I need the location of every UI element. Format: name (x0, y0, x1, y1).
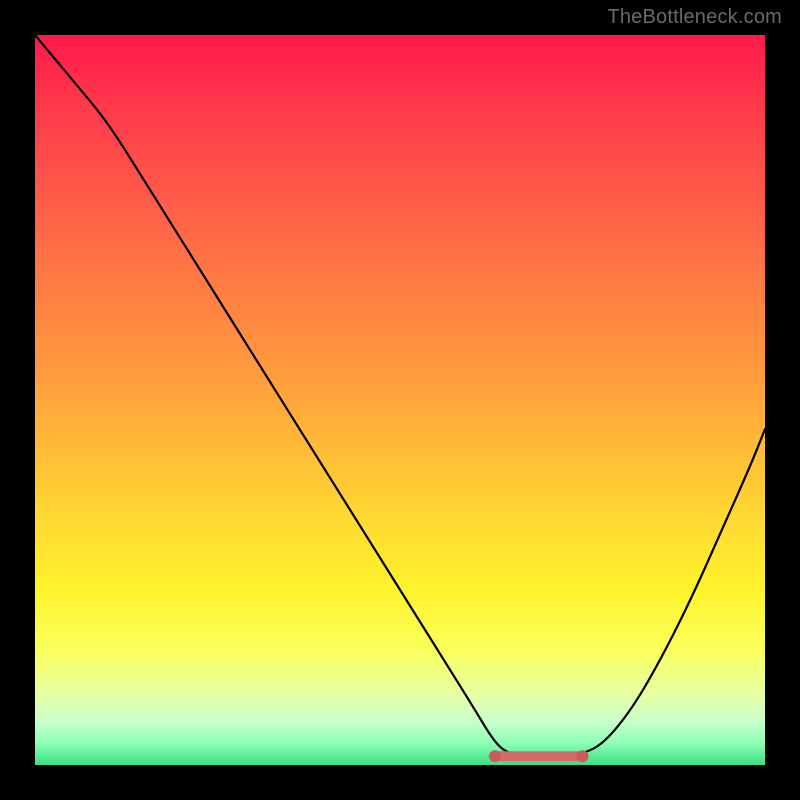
chart-svg (35, 35, 765, 765)
plot-area (35, 35, 765, 765)
bottleneck-curve (35, 35, 765, 758)
watermark-text: TheBottleneck.com (607, 6, 782, 29)
plateau-endpoint-right (577, 750, 589, 762)
chart-frame: TheBottleneck.com (0, 0, 800, 800)
plateau-endpoint-left (489, 750, 501, 762)
